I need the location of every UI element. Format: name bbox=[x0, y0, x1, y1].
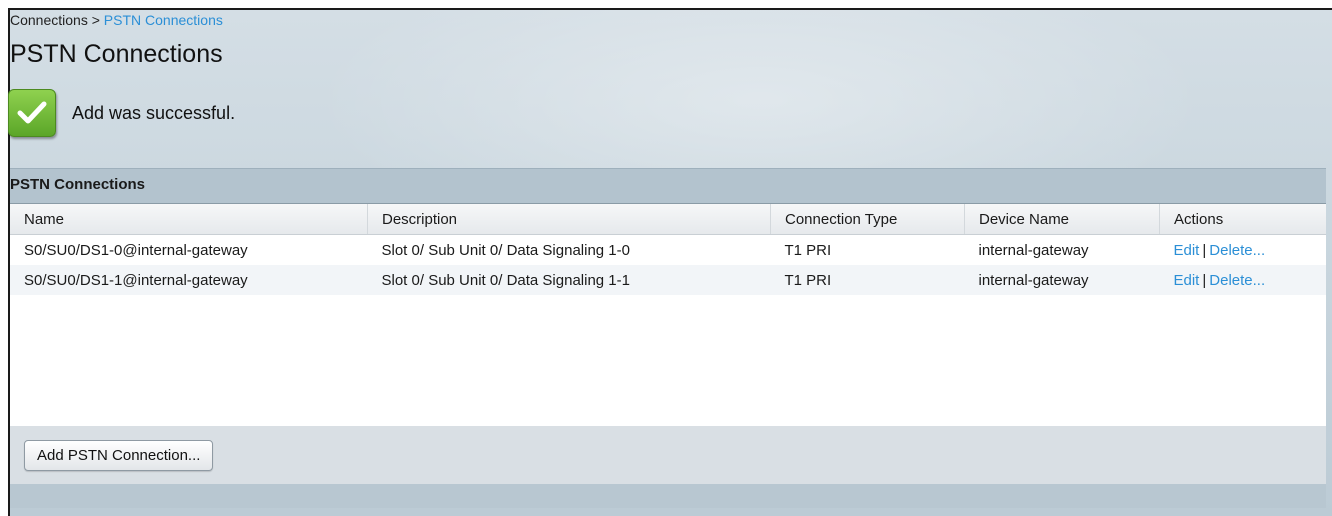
action-separator: | bbox=[1202, 241, 1207, 259]
page-title: PSTN Connections bbox=[10, 40, 223, 68]
panel-title: PSTN Connections bbox=[10, 176, 146, 193]
success-alert: Add was successful. bbox=[8, 88, 235, 138]
column-header-connection-type[interactable]: Connection Type bbox=[770, 204, 965, 235]
cell-actions: Edit | Delete... bbox=[1160, 235, 1327, 266]
cell-device-name: internal-gateway bbox=[978, 241, 1089, 259]
alert-message: Add was successful. bbox=[72, 102, 236, 123]
pstn-connections-table: Name Description Connection Type Device … bbox=[10, 203, 1326, 427]
column-header-device-name[interactable]: Device Name bbox=[964, 204, 1160, 235]
cell-connection-type: T1 PRI bbox=[770, 265, 965, 295]
delete-link[interactable]: Delete... bbox=[1209, 242, 1265, 259]
checkmark-icon bbox=[8, 89, 56, 137]
bottom-strip bbox=[10, 484, 1326, 508]
column-header-name[interactable]: Name bbox=[10, 204, 368, 235]
table-header-row: Name Description Connection Type Device … bbox=[10, 204, 1326, 235]
breadcrumb-parent[interactable]: Connections bbox=[10, 12, 88, 28]
breadcrumb: Connections > PSTN Connections bbox=[10, 12, 223, 28]
cell-actions: Edit | Delete... bbox=[1159, 265, 1326, 295]
cell-connection-type: T1 PRI bbox=[784, 241, 832, 259]
cell-description: Slot 0/ Sub Unit 0/ Data Signaling 1-1 bbox=[367, 265, 771, 295]
add-pstn-connection-button[interactable]: Add PSTN Connection... bbox=[24, 440, 214, 471]
action-separator: | bbox=[1202, 271, 1207, 289]
table-row[interactable]: S0/SU0/DS1-0@internal-gateway Slot 0/ Su… bbox=[10, 235, 1326, 266]
cell-description: Slot 0/ Sub Unit 0/ Data Signaling 1-0 bbox=[381, 241, 630, 259]
delete-link[interactable]: Delete... bbox=[1209, 272, 1265, 289]
edit-link[interactable]: Edit bbox=[1174, 242, 1200, 259]
column-header-description[interactable]: Description bbox=[367, 204, 771, 235]
cell-device-name: internal-gateway bbox=[964, 265, 1160, 295]
cell-name: S0/SU0/DS1-1@internal-gateway bbox=[10, 265, 368, 295]
edit-link[interactable]: Edit bbox=[1174, 272, 1200, 289]
column-header-actions: Actions bbox=[1159, 204, 1326, 235]
table-row[interactable]: S0/SU0/DS1-1@internal-gateway Slot 0/ Su… bbox=[10, 265, 1326, 295]
breadcrumb-separator: > bbox=[91, 12, 100, 28]
cell-name: S0/SU0/DS1-0@internal-gateway bbox=[24, 241, 248, 259]
breadcrumb-current[interactable]: PSTN Connections bbox=[104, 12, 223, 28]
